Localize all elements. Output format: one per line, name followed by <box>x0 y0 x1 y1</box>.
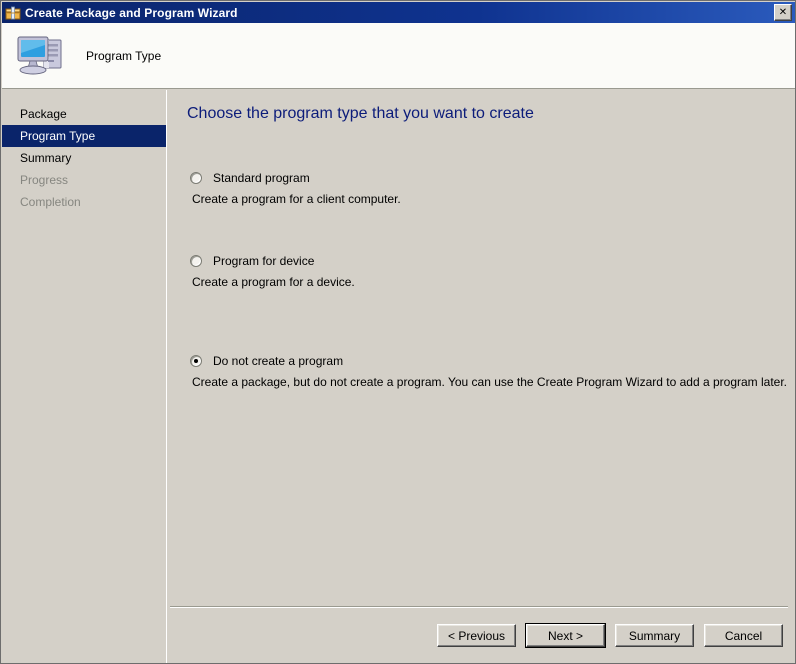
next-button[interactable]: Next > <box>525 623 606 648</box>
window-title: Create Package and Program Wizard <box>25 5 238 20</box>
option-do-not-create-a-program: Do not create a program Create a package… <box>190 353 788 389</box>
close-icon[interactable]: ✕ <box>774 4 792 21</box>
computer-monitor-icon <box>14 31 70 81</box>
wizard-window: Create Package and Program Wizard ✕ Prog… <box>0 0 796 664</box>
wizard-footer: < Previous Next > Summary Cancel <box>170 609 795 663</box>
sidebar-item-program-type[interactable]: Program Type <box>2 125 166 147</box>
wizard-header: Program Type <box>2 23 795 89</box>
titlebar-buttons: ✕ <box>774 4 794 21</box>
page-title: Choose the program type that you want to… <box>187 105 534 122</box>
sidebar-item-completion: Completion <box>20 195 81 209</box>
option-desc-program-for-device: Create a program for a device. <box>192 275 355 289</box>
previous-button[interactable]: < Previous <box>437 624 516 647</box>
radio-row-do-not-create-a-program[interactable]: Do not create a program <box>190 353 786 369</box>
option-standard-program: Standard program Create a program for a … <box>190 170 786 206</box>
radio-row-standard-program[interactable]: Standard program <box>190 170 786 186</box>
title-bar: Create Package and Program Wizard ✕ <box>2 2 795 23</box>
footer-buttons: < Previous Next > Summary Cancel <box>437 623 783 648</box>
option-desc-standard-program: Create a program for a client computer. <box>192 192 401 206</box>
header-title: Program Type <box>86 48 162 63</box>
wizard-content: Choose the program type that you want to… <box>170 90 795 663</box>
sidebar-item-progress: Progress <box>20 173 69 187</box>
option-program-for-device: Program for device Create a program for … <box>190 253 786 289</box>
radio-program-for-device[interactable] <box>190 255 202 267</box>
sidebar-item-summary[interactable]: Summary <box>2 147 166 169</box>
summary-button[interactable]: Summary <box>615 624 694 647</box>
radio-do-not-create-a-program[interactable] <box>190 355 202 367</box>
radio-row-program-for-device[interactable]: Program for device <box>190 253 786 269</box>
package-wizard-icon <box>5 5 21 21</box>
radio-label-do-not-create-a-program: Do not create a program <box>213 354 344 368</box>
radio-label-program-for-device: Program for device <box>213 254 315 268</box>
option-desc-do-not-create-a-program: Create a package, but do not create a pr… <box>192 375 788 389</box>
sidebar-item-package[interactable]: Package <box>2 103 166 125</box>
cancel-button[interactable]: Cancel <box>704 624 783 647</box>
footer-divider <box>170 606 788 608</box>
wizard-steps-sidebar: Package Program Type Summary Progress Co… <box>2 90 166 663</box>
wizard-body: Package Program Type Summary Progress Co… <box>2 90 795 663</box>
radio-label-standard-program: Standard program <box>213 171 310 185</box>
radio-standard-program[interactable] <box>190 172 202 184</box>
